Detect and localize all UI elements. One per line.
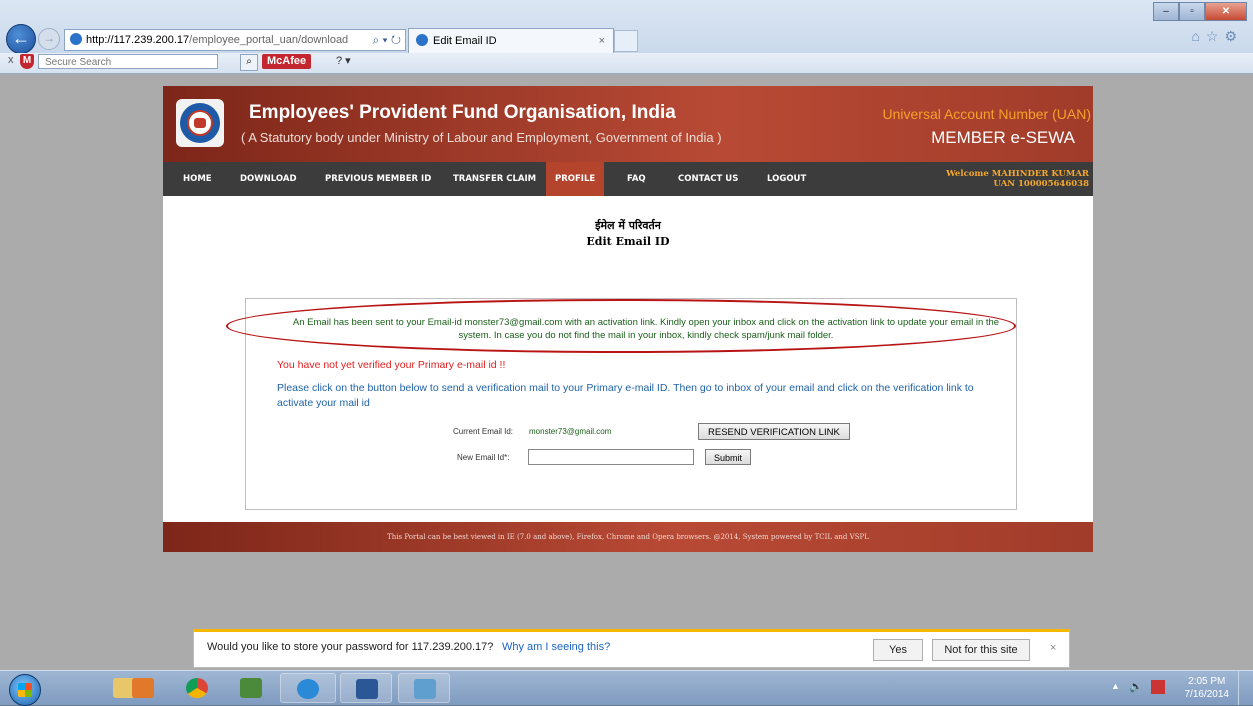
ie-page-icon (70, 33, 82, 45)
home-favorites-settings-icons[interactable]: ⌂☆⚙ (1191, 28, 1243, 45)
ie-taskbar-button[interactable] (280, 673, 336, 703)
minimize-icon[interactable]: – (1153, 2, 1179, 21)
address-bar[interactable]: http://117.239.200.17/employee_portal_ua… (64, 29, 406, 51)
app-window-icon (414, 679, 436, 699)
clock-date: 7/16/2014 (1184, 689, 1230, 700)
welcome-user: Welcome MAHINDER KUMAR (946, 169, 1089, 179)
verification-instructions: Please click on the button below to send… (277, 382, 974, 409)
system-tray: ▲ 🔈 2:05 PM 7/16/2014 (1063, 671, 1253, 705)
epfo-logo-icon (176, 99, 224, 147)
new-email-field[interactable] (528, 449, 694, 465)
password-question: Would you like to store your password fo… (207, 641, 494, 653)
password-notification-bar: Would you like to store your password fo… (193, 629, 1070, 668)
close-icon[interactable]: × (1050, 642, 1056, 654)
nav-logout[interactable]: LOGOUT (767, 162, 806, 196)
outlook-icon (132, 678, 154, 698)
search-icon[interactable]: ⌕ (240, 54, 258, 71)
current-email-value: monster73@gmail.com (529, 427, 612, 436)
welcome-uan: UAN 100005646038 (993, 179, 1089, 189)
site-footer: This Portal can be best viewed in IE (7.… (163, 522, 1093, 552)
main-content: ईमेल में परिवर्तन Edit Email ID An Email… (163, 196, 1093, 522)
member-esewa-title: MEMBER e-SEWA (931, 128, 1075, 147)
database-app-icon (240, 678, 262, 698)
windows-logo-icon (18, 683, 32, 697)
internet-explorer-icon (297, 679, 319, 699)
mcafee-button[interactable]: McAfee (262, 54, 312, 69)
tab-close-icon[interactable]: × (599, 29, 605, 53)
chrome-taskbar-button[interactable] (176, 673, 220, 703)
secure-search-input[interactable]: Secure Search (38, 54, 218, 69)
clock-time: 2:05 PM (1188, 676, 1226, 687)
volume-icon[interactable]: 🔈 (1129, 680, 1143, 693)
not-for-this-site-button[interactable]: Not for this site (932, 639, 1030, 661)
edit-email-panel: An Email has been sent to your Email-id … (226, 298, 1017, 510)
maximize-icon[interactable]: ▫ (1179, 2, 1205, 21)
app-taskbar-button[interactable] (230, 673, 274, 703)
main-nav: HOME DOWNLOAD PREVIOUS MEMBER ID TRANSFE… (163, 162, 1093, 196)
url-path: /employee_portal_uan/download (189, 34, 349, 46)
chrome-icon (186, 678, 208, 698)
taskbar: ▲ 🔈 2:05 PM 7/16/2014 (0, 670, 1253, 706)
resend-verification-button[interactable]: RESEND VERIFICATION LINK (698, 423, 850, 440)
browser-tab[interactable]: Edit Email ID × (408, 28, 614, 53)
window-controls: – ▫ ✕ (1153, 2, 1247, 21)
org-subtitle: ( A Statutory body under Ministry of Lab… (241, 130, 722, 145)
new-tab-button[interactable] (614, 30, 638, 52)
footer-text: This Portal can be best viewed in IE (7.… (387, 533, 869, 541)
nav-contact-us[interactable]: CONTACT US (678, 162, 738, 196)
nav-faq[interactable]: FAQ (627, 162, 646, 196)
clock[interactable]: 2:05 PM 7/16/2014 (1185, 675, 1230, 701)
window-taskbar-button[interactable] (398, 673, 450, 703)
page-title-hindi: ईमेल में परिवर्तन (595, 219, 661, 232)
action-center-icon[interactable] (1151, 680, 1165, 694)
url-host: http://117.239.200.17 (86, 34, 190, 46)
address-tools-icons[interactable]: ⌕ ▾ ↻ (372, 30, 401, 50)
forward-button[interactable]: → (38, 28, 60, 50)
show-hidden-icons[interactable]: ▲ (1111, 681, 1120, 691)
ie-tab-icon (416, 34, 428, 46)
addon-toolbar-row: x M Secure Search ⌕ McAfee ? ▾ (0, 54, 400, 72)
yes-button[interactable]: Yes (873, 639, 923, 661)
show-desktop-button[interactable] (1238, 671, 1253, 705)
nav-profile[interactable]: PROFILE (546, 162, 605, 196)
nav-download[interactable]: DOWNLOAD (240, 162, 297, 196)
org-name: Employees' Provident Fund Organisation, … (249, 102, 676, 123)
nav-previous-member-id[interactable]: PREVIOUS MEMBER ID (325, 162, 431, 196)
page-title: Edit Email ID (586, 235, 670, 248)
nav-home[interactable]: HOME (183, 162, 212, 196)
new-email-label: New Email Id*: (457, 453, 510, 462)
toolbar-close-icon[interactable]: x (8, 54, 14, 66)
current-email-label: Current Email Id: (453, 427, 514, 436)
start-button[interactable] (9, 674, 41, 706)
why-link[interactable]: Why am I seeing this? (502, 641, 610, 653)
activation-notice: An Email has been sent to your Email-id … (292, 317, 1000, 341)
nav-transfer-claim[interactable]: TRANSFER CLAIM (453, 162, 536, 196)
welcome-block: Welcome MAHINDER KUMAR UAN 100005646038 (946, 169, 1089, 189)
site-header: Employees' Provident Fund Organisation, … (163, 86, 1093, 162)
uan-title: Universal Account Number (UAN) (882, 106, 1091, 122)
help-icon[interactable]: ? ▾ (336, 54, 351, 67)
verification-warning: You have not yet verified your Primary e… (277, 359, 506, 371)
tab-title: Edit Email ID (433, 35, 497, 47)
epfo-site: Employees' Provident Fund Organisation, … (163, 86, 1093, 552)
word-icon (356, 679, 378, 699)
mcafee-shield-icon[interactable]: M (20, 54, 34, 69)
submit-button[interactable]: Submit (705, 449, 752, 465)
outlook-taskbar-button[interactable] (123, 673, 163, 703)
back-button[interactable]: ← (6, 24, 36, 54)
word-taskbar-button[interactable] (340, 673, 392, 703)
close-window-icon[interactable]: ✕ (1205, 2, 1247, 21)
